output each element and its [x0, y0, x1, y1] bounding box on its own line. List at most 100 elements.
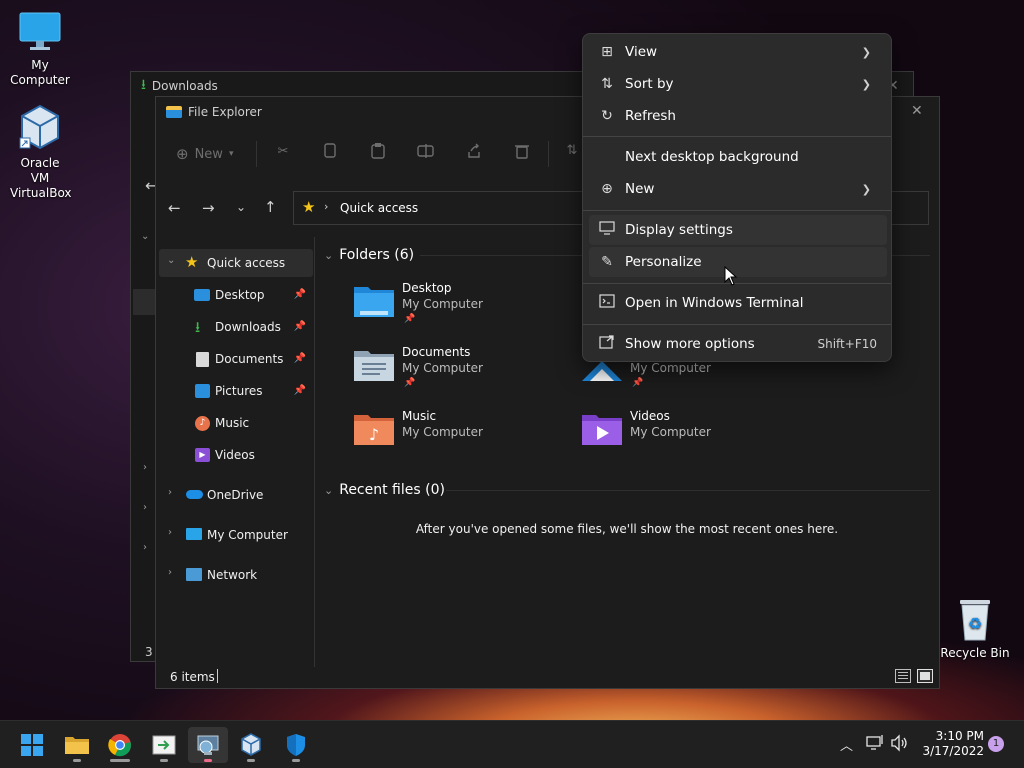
navigation-pane: ⌄ ★ Quick access Desktop 📌 ⭳ Downloads 📌… — [156, 237, 314, 667]
pin-icon: 📌 — [404, 378, 416, 388]
start-button[interactable] — [12, 727, 52, 763]
folder-location: My Computer — [402, 297, 483, 311]
nav-item-music[interactable]: ♪ Music — [156, 409, 310, 437]
nav-selection — [133, 289, 157, 315]
desktop-context-menu: ⊞ View ❯ ⇅ Sort by ❯ ↻ Refresh Next desk… — [582, 33, 892, 362]
breadcrumb-location: Quick access — [340, 201, 419, 215]
share-icon — [597, 335, 617, 353]
recent-empty-message: After you've opened some files, we'll sh… — [415, 522, 839, 536]
videos-folder-icon — [582, 415, 622, 445]
delete-icon[interactable] — [512, 143, 532, 159]
clock[interactable]: 3:10 PM 3/17/2022 — [918, 729, 984, 759]
music-folder-icon: ♪ — [354, 415, 394, 445]
menu-item-view[interactable]: ⊞ View ❯ — [589, 37, 887, 67]
menu-item-show-more-options[interactable]: Show more options Shift+F10 — [589, 329, 887, 359]
desktop-icon-virtualbox[interactable]: Oracle VM VirtualBox — [0, 104, 80, 201]
taskbar-windows-security[interactable] — [276, 727, 316, 763]
chevron-right-icon[interactable]: › — [143, 542, 147, 553]
back-icon[interactable]: ← — [168, 199, 181, 217]
pane-divider — [314, 237, 315, 667]
sort-icon[interactable]: ⇅ — [562, 143, 582, 158]
menu-item-new[interactable]: ⊕ New ❯ — [589, 174, 887, 204]
window-title: File Explorer — [188, 105, 262, 119]
notification-badge[interactable]: 1 — [988, 736, 1004, 752]
nav-label: Desktop — [215, 288, 265, 302]
videos-icon: ▶ — [195, 448, 210, 462]
pin-icon[interactable]: 📌 — [294, 385, 306, 396]
up-arrow-icon[interactable]: ↑ — [264, 198, 277, 216]
rename-icon[interactable] — [416, 143, 436, 159]
desktop-icon-recycle-bin[interactable]: ♻ Recycle Bin — [935, 596, 1015, 661]
nav-item-downloads[interactable]: ⭳ Downloads 📌 — [156, 313, 310, 341]
paste-icon[interactable] — [368, 143, 388, 159]
taskbar-chrome[interactable] — [100, 727, 140, 763]
network-tray-icon[interactable] — [866, 734, 884, 755]
recent-locations-chevron-icon[interactable]: ⌄ — [236, 200, 246, 214]
copy-icon[interactable] — [320, 143, 340, 159]
desktop-icon-label: My Computer — [10, 58, 70, 87]
pin-icon[interactable]: 📌 — [294, 353, 306, 364]
folder-icon — [166, 106, 182, 118]
nav-item-network[interactable]: › Network — [156, 561, 310, 589]
desktop-icon-label: Recycle Bin — [940, 646, 1010, 660]
folder-tile-documents[interactable]: Documents My Computer 📌 — [352, 345, 562, 401]
chevron-down-icon: ▾ — [228, 149, 234, 159]
folder-tile-music[interactable]: ♪ Music My Computer — [352, 409, 562, 465]
recent-section-header[interactable]: ⌄ Recent files (0) — [324, 482, 445, 498]
menu-item-refresh[interactable]: ↻ Refresh — [589, 101, 887, 131]
folder-tile-desktop[interactable]: Desktop My Computer 📌 — [352, 281, 562, 337]
menu-separator — [583, 324, 891, 325]
nav-item-onedrive[interactable]: › OneDrive — [156, 481, 310, 509]
desktop-icon-label: Oracle VM VirtualBox — [10, 156, 72, 200]
tiles-view-icon[interactable] — [917, 669, 933, 683]
chevron-down-icon[interactable]: ⌄ — [141, 228, 149, 242]
section-rule — [446, 490, 930, 491]
running-indicator — [73, 759, 81, 762]
menu-item-display-settings[interactable]: Display settings — [589, 215, 887, 245]
taskbar-app-arrow[interactable] — [144, 727, 184, 763]
close-icon[interactable]: ✕ — [911, 103, 923, 119]
pen-icon: ✎ — [601, 254, 613, 270]
virtualbox-icon — [241, 733, 261, 756]
menu-item-next-background[interactable]: Next desktop background — [589, 142, 887, 172]
pin-icon[interactable]: 📌 — [294, 321, 306, 332]
taskbar-control-panel[interactable] — [188, 727, 228, 763]
new-button[interactable]: ⊕ New ▾ — [176, 145, 233, 163]
details-view-icon[interactable] — [895, 669, 911, 683]
folder-location: My Computer — [630, 361, 711, 375]
menu-item-open-terminal[interactable]: Open in Windows Terminal — [589, 288, 887, 318]
taskbar-virtualbox[interactable] — [231, 727, 271, 763]
menu-item-sort-by[interactable]: ⇅ Sort by ❯ — [589, 69, 887, 99]
nav-label: Videos — [215, 448, 255, 462]
nav-item-pictures[interactable]: Pictures 📌 — [156, 377, 310, 405]
chevron-down-icon[interactable]: ⌄ — [167, 255, 175, 266]
chevron-right-icon[interactable]: › — [168, 487, 172, 498]
recycle-bin-icon: ♻ — [955, 596, 995, 642]
chevron-right-icon[interactable]: › — [168, 527, 172, 538]
taskbar-file-explorer[interactable] — [57, 727, 97, 763]
download-icon: ⭳ — [195, 318, 201, 336]
chevron-right-icon[interactable]: › — [168, 567, 172, 578]
desktop-icon-my-computer[interactable]: My Computer — [0, 10, 80, 88]
chevron-right-icon[interactable]: › — [143, 462, 147, 473]
pin-icon[interactable]: 📌 — [294, 289, 306, 300]
nav-item-videos[interactable]: ▶ Videos — [156, 441, 310, 469]
nav-item-my-computer[interactable]: › My Computer — [156, 521, 310, 549]
folder-tile-videos[interactable]: Videos My Computer — [580, 409, 790, 465]
chevron-right-icon[interactable]: › — [143, 502, 147, 513]
menu-item-personalize[interactable]: ✎ Personalize — [589, 247, 887, 277]
menu-label: Refresh — [625, 108, 676, 124]
clock-date: 3/17/2022 — [922, 744, 984, 758]
folder-name: Desktop — [402, 281, 452, 295]
cut-icon[interactable]: ✂ — [273, 144, 293, 159]
nav-quick-access[interactable]: ⌄ ★ Quick access — [159, 249, 313, 277]
pictures-icon — [195, 384, 210, 398]
nav-item-documents[interactable]: Documents 📌 — [156, 345, 310, 373]
share-icon[interactable] — [464, 143, 484, 159]
folders-section-header[interactable]: ⌄ Folders (6) — [324, 247, 414, 263]
nav-item-desktop[interactable]: Desktop 📌 — [156, 281, 310, 309]
toolbar-divider — [256, 141, 257, 167]
volume-icon[interactable] — [890, 734, 910, 755]
forward-icon[interactable]: → — [202, 199, 215, 217]
show-hidden-icons-chevron-icon[interactable]: ︿ — [840, 735, 853, 754]
